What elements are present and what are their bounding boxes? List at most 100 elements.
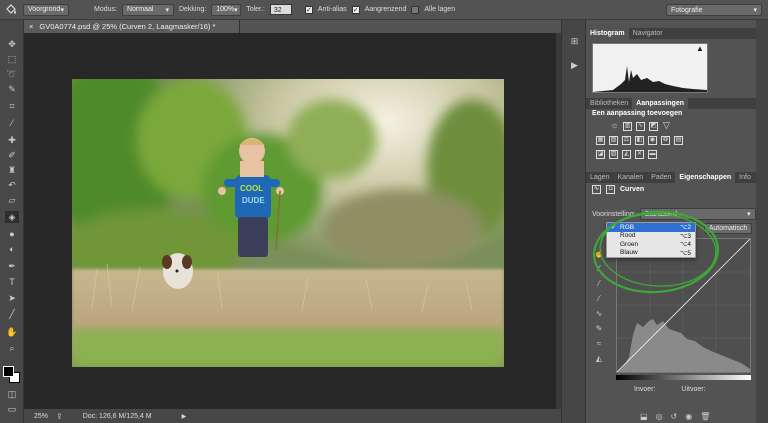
tone-slider[interactable] [616, 375, 751, 380]
color-balance-icon[interactable]: ⚖ [622, 136, 631, 145]
eraser-tool-icon[interactable]: ▱ [5, 194, 19, 206]
foreground-color-swatch[interactable] [3, 366, 14, 377]
status-menu-arrow-icon[interactable]: ▶ [182, 413, 187, 420]
curve-point-tool-icon[interactable]: ∿ [592, 309, 606, 324]
properties-tabs: Lagen Kanalen Paden Eigenschappen Info [586, 172, 756, 183]
panel-scrollbar[interactable] [756, 20, 768, 423]
lasso-tool-icon[interactable]: ➰ [5, 68, 19, 80]
gradient-map-icon[interactable]: ▬ [648, 150, 657, 159]
layer-mask-icon[interactable]: ◘ [606, 185, 615, 194]
channel-mixer-icon[interactable]: ❂ [661, 136, 670, 145]
hue-saturation-icon[interactable]: ▧ [609, 136, 618, 145]
selective-color-icon[interactable]: ✕ [635, 150, 644, 159]
fill-source-select[interactable]: Voorgrond ▾ [23, 3, 69, 16]
document-tab[interactable]: × GV0A0774.psd @ 25% (Curven 2, Laagmask… [24, 20, 240, 33]
tab-channels[interactable]: Kanalen [613, 172, 647, 183]
actions-play-icon[interactable]: ▶ [569, 60, 580, 71]
curves-icon[interactable]: ∿ [636, 122, 645, 131]
warning-icon[interactable]: ▲ [696, 44, 704, 53]
pen-tool-icon[interactable]: ✒ [5, 260, 19, 272]
vibrance-icon[interactable]: ▦ [596, 136, 605, 145]
crop-tool-icon[interactable]: ⌗ [5, 100, 19, 112]
pencil-curve-icon[interactable]: ✎ [592, 324, 606, 339]
type-tool-icon[interactable]: T [5, 276, 19, 288]
export-icon[interactable]: ⇪ [56, 412, 63, 421]
opacity-field[interactable]: 100% ▾ [211, 3, 242, 16]
eyedropper-tool-icon[interactable]: ⁄ [5, 117, 19, 129]
levels-icon[interactable]: ▥ [623, 122, 632, 131]
dodge-tool-icon[interactable]: ◐ [5, 243, 19, 255]
tab-layers[interactable]: Lagen [586, 172, 613, 183]
antialias-checkbox[interactable]: ✓ [304, 5, 313, 14]
tab-paths[interactable]: Paden [647, 172, 675, 183]
contiguous-checkbox[interactable]: ✓ [351, 5, 360, 14]
tools-panel: ✥ ⬚ ➰ ✎ ⌗ ⁄ ✚ ✐ ♜ ↶ ▱ ◈ ● ◐ ✒ T ➤ ╱ ✋ ⌕ … [0, 20, 24, 423]
svg-text:DUDE: DUDE [242, 196, 265, 205]
opacity-value: 100% [216, 6, 235, 13]
highlight-circle [592, 210, 720, 294]
clip-to-layer-icon[interactable]: ⬓ [640, 412, 648, 421]
close-icon[interactable]: × [29, 22, 33, 31]
paint-bucket-icon[interactable] [4, 3, 18, 16]
canvas-area[interactable]: COOL DUDE [24, 33, 556, 409]
quick-select-tool-icon[interactable]: ✎ [5, 83, 19, 95]
all-layers-checkbox[interactable] [411, 5, 420, 14]
smooth-curve-icon[interactable]: ≈ [592, 339, 606, 354]
exposure-icon[interactable]: ◩ [649, 122, 658, 131]
tolerance-input[interactable]: 32 [269, 4, 292, 15]
output-label: Uitvoer: [681, 386, 706, 393]
tab-info[interactable]: Info [735, 172, 755, 183]
clipping-warning-icon[interactable]: ◭ [592, 354, 606, 369]
view-previous-icon[interactable]: ◎ [656, 412, 663, 421]
gradient-triangle-icon[interactable]: ▽ [662, 121, 671, 131]
workspace-value: Fotografie [671, 6, 703, 14]
options-bar: Voorgrond ▾ Modus: Normaal ▾ Dekking: 10… [0, 0, 768, 20]
zoom-level[interactable]: 25% [34, 413, 48, 420]
adjustments-tabs: Bibliotheken Aanpassingen [586, 98, 756, 109]
tab-histogram[interactable]: Histogram [586, 28, 629, 39]
blur-tool-icon[interactable]: ● [5, 228, 19, 240]
mode-value: Normaal [126, 6, 154, 13]
tab-navigator[interactable]: Navigator [629, 28, 667, 39]
zoom-tool-icon[interactable]: ⌕ [5, 342, 19, 354]
invert-icon[interactable]: ◪ [596, 150, 605, 159]
properties-footer: ⬓ ◎ ↺ ◉ 🗑 [640, 412, 710, 421]
fill-source-value: Voorgrond [28, 6, 61, 13]
clone-stamp-tool-icon[interactable]: ♜ [5, 164, 19, 176]
tab-libraries[interactable]: Bibliotheken [586, 98, 632, 109]
healing-brush-tool-icon[interactable]: ✚ [5, 134, 19, 146]
visibility-eye-icon[interactable]: ◉ [685, 412, 692, 421]
paint-bucket-tool-icon[interactable]: ◈ [5, 211, 19, 223]
tab-properties[interactable]: Eigenschappen [675, 172, 736, 183]
right-panels: Histogram Navigator ▲ Bibliotheken Aanpa… [586, 20, 768, 423]
posterize-icon[interactable]: ▨ [609, 150, 618, 159]
chevron-down-icon: ▾ [753, 7, 757, 14]
brightness-icon[interactable]: ☼ [610, 121, 619, 131]
photoshop-window: Voorgrond ▾ Modus: Normaal ▾ Dekking: 10… [0, 0, 768, 423]
history-brush-tool-icon[interactable]: ↶ [5, 179, 19, 191]
path-select-tool-icon[interactable]: ➤ [5, 292, 19, 304]
trash-icon[interactable]: 🗑 [700, 412, 710, 421]
move-tool-icon[interactable]: ✥ [5, 38, 19, 50]
mode-label: Modus: [94, 6, 117, 13]
black-white-icon[interactable]: ◧ [635, 136, 644, 145]
brush-tool-icon[interactable]: ✐ [5, 149, 19, 161]
threshold-icon[interactable]: ◭ [622, 150, 631, 159]
color-lookup-icon[interactable]: ▤ [674, 136, 683, 145]
photo-image: COOL DUDE [72, 79, 504, 367]
opacity-label: Dekking: [178, 6, 207, 13]
quick-mask-icon[interactable]: ◫ [5, 388, 19, 400]
input-output-row: Invoer: Uitvoer: [634, 386, 706, 393]
line-tool-icon[interactable]: ╱ [5, 308, 19, 320]
hand-tool-icon[interactable]: ✋ [5, 326, 19, 338]
curves-adjustment-icon: ∿ [592, 185, 601, 194]
screen-mode-icon[interactable]: ▭ [5, 403, 19, 415]
workspace-select[interactable]: Fotografie ▾ [666, 4, 762, 16]
collapsed-panel-strip: ⊞ ▶ [561, 20, 586, 423]
history-panel-icon[interactable]: ⊞ [569, 36, 580, 47]
mode-select[interactable]: Normaal ▾ [121, 3, 174, 16]
photo-filter-icon[interactable]: ◉ [648, 136, 657, 145]
tab-adjustments[interactable]: Aanpassingen [632, 98, 688, 109]
marquee-tool-icon[interactable]: ⬚ [5, 53, 19, 65]
reset-icon[interactable]: ↺ [671, 412, 678, 421]
